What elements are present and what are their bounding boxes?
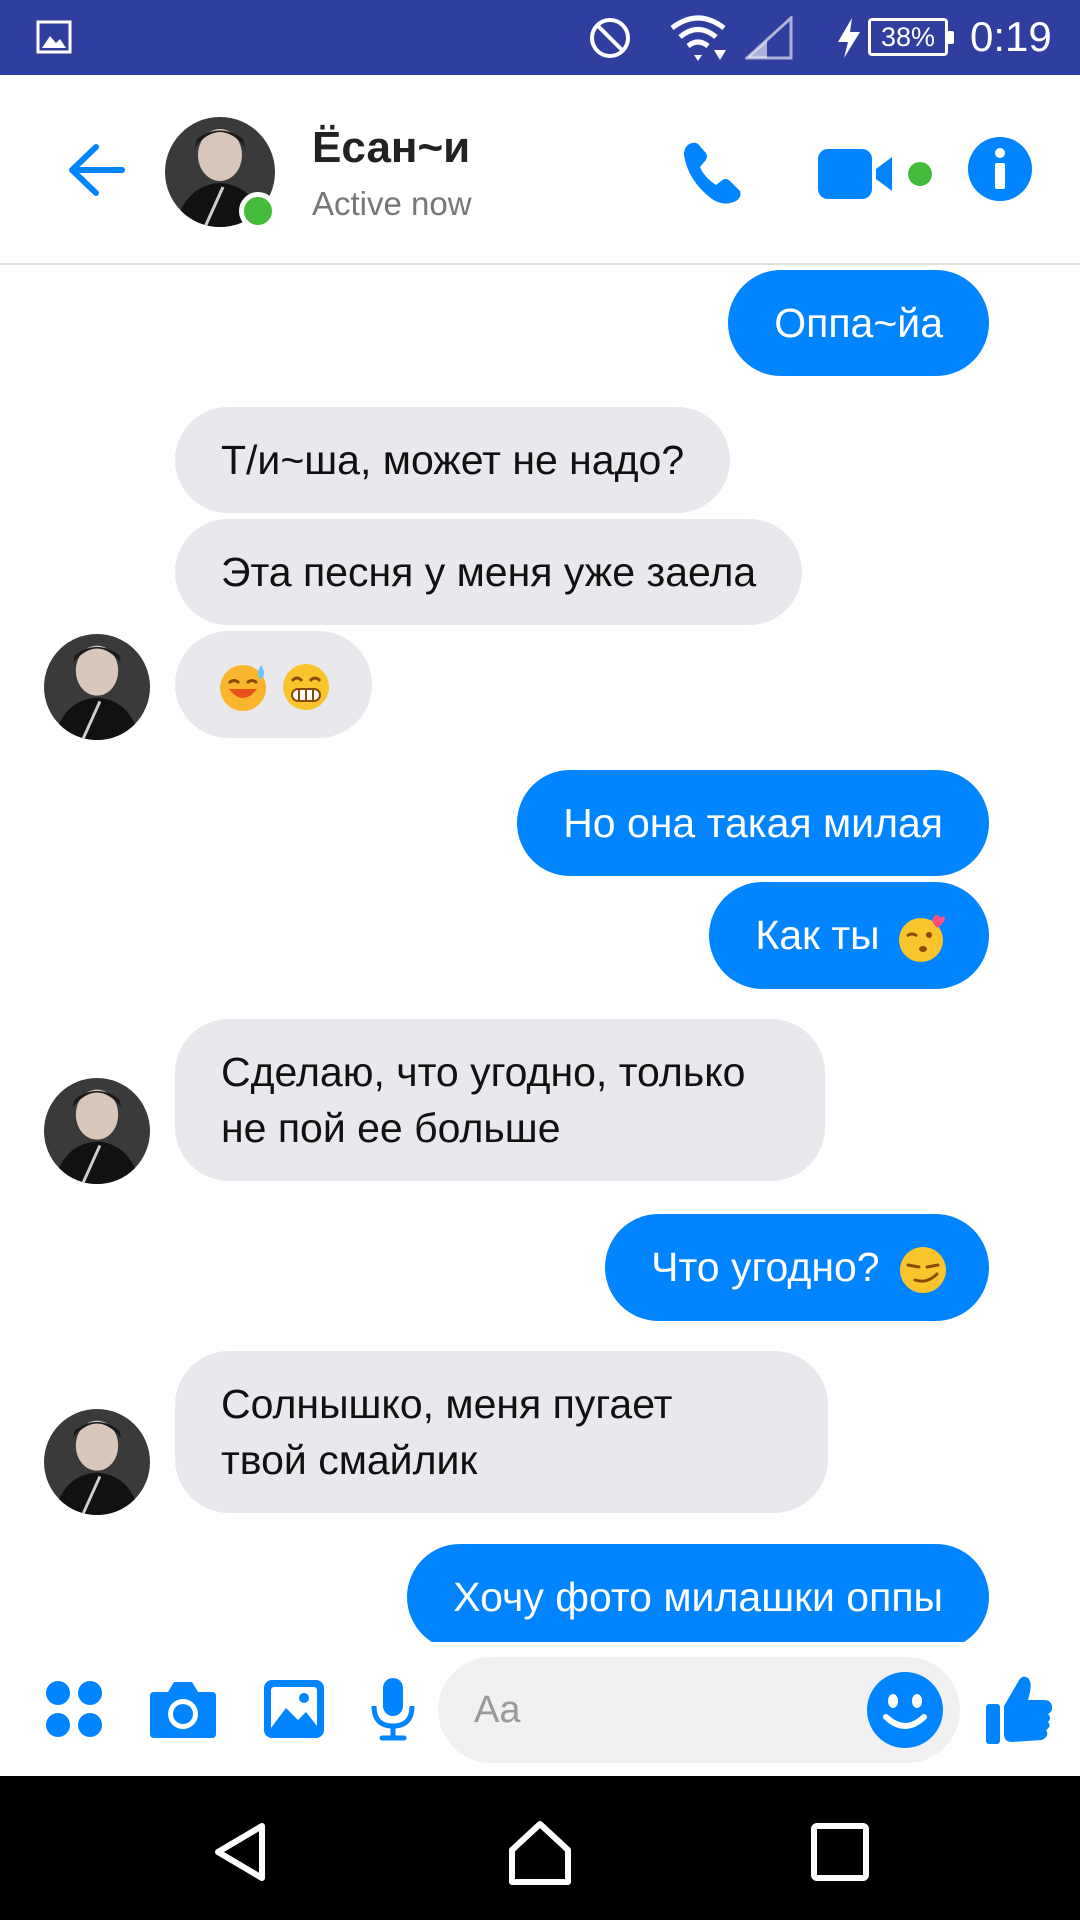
message-line: не пой ее больше: [221, 1105, 561, 1151]
info-icon[interactable]: [968, 137, 1032, 201]
clock: 0:19: [970, 13, 1052, 60]
message-bubble-incoming[interactable]: Солнышко, меня пугает твой смайлик: [175, 1351, 829, 1513]
more-apps-icon[interactable]: [45, 1680, 103, 1738]
battery-level: 38%: [868, 18, 954, 56]
video-camera-icon[interactable]: [818, 147, 936, 203]
message-line: твой смайлик: [221, 1437, 478, 1483]
nav-back-icon[interactable]: [204, 1816, 276, 1888]
status-bar: 38% 0:19: [0, 0, 1080, 75]
contact-status: Active now: [312, 185, 472, 222]
microphone-icon[interactable]: [370, 1676, 416, 1742]
system-navigation-bar: [0, 1776, 1080, 1920]
nav-home-icon[interactable]: [504, 1816, 576, 1888]
contact-name[interactable]: Ёсан~и: [312, 123, 470, 173]
phone-icon[interactable]: [678, 137, 750, 209]
message-bubble-outgoing[interactable]: Хочу фото милашки оппы: [407, 1544, 989, 1642]
message-text: Как ты: [755, 912, 880, 958]
charging-icon: [838, 18, 860, 58]
message-bubble-outgoing[interactable]: Но она такая милая: [517, 770, 989, 876]
gallery-icon: [36, 20, 72, 54]
contact-avatar-small[interactable]: [44, 1409, 150, 1515]
message-input[interactable]: [474, 1679, 834, 1741]
conversation-header: Ёсан~и Active now: [0, 75, 1080, 265]
message-bubble-incoming[interactable]: Т/и~ша, может не надо?: [175, 407, 731, 513]
message-line: Солнышко, меня пугает: [221, 1381, 673, 1427]
message-thread[interactable]: Оппа~йа Т/и~ша, может не надо? Эта песня…: [0, 267, 1080, 1642]
message-bubble-outgoing[interactable]: Как ты: [709, 882, 989, 990]
thumbs-up-icon[interactable]: [984, 1672, 1054, 1746]
image-icon[interactable]: [262, 1678, 326, 1740]
sweat-smile-emoji: [220, 665, 266, 712]
camera-icon[interactable]: [148, 1678, 218, 1740]
message-bubble-incoming[interactable]: Сделаю, что угодно, только не пой ее бол…: [175, 1019, 826, 1181]
signal-icon: [745, 16, 793, 60]
smirk-emoji: [900, 1247, 946, 1294]
message-bubble-outgoing[interactable]: Что угодно?: [605, 1214, 989, 1322]
message-text: Что угодно?: [651, 1244, 880, 1290]
contact-avatar-small[interactable]: [44, 1078, 150, 1184]
back-arrow-icon[interactable]: [58, 135, 128, 205]
wifi-icon: [670, 15, 726, 61]
dnd-icon: [590, 18, 630, 58]
online-indicator: [239, 192, 277, 230]
message-bubble-incoming[interactable]: Эта песня у меня уже заела: [175, 519, 803, 625]
smiley-icon[interactable]: [864, 1669, 946, 1751]
grin-emoji: [283, 664, 330, 711]
kissing-heart-emoji: [899, 915, 945, 963]
contact-avatar-small[interactable]: [44, 634, 150, 740]
message-line: Сделаю, что угодно, только: [221, 1049, 746, 1095]
message-bubble-outgoing[interactable]: Оппа~йа: [728, 270, 989, 376]
nav-recents-icon[interactable]: [804, 1816, 876, 1888]
message-input-container[interactable]: [438, 1657, 960, 1763]
message-composer: [0, 1642, 1080, 1776]
message-bubble-incoming[interactable]: [175, 631, 373, 739]
